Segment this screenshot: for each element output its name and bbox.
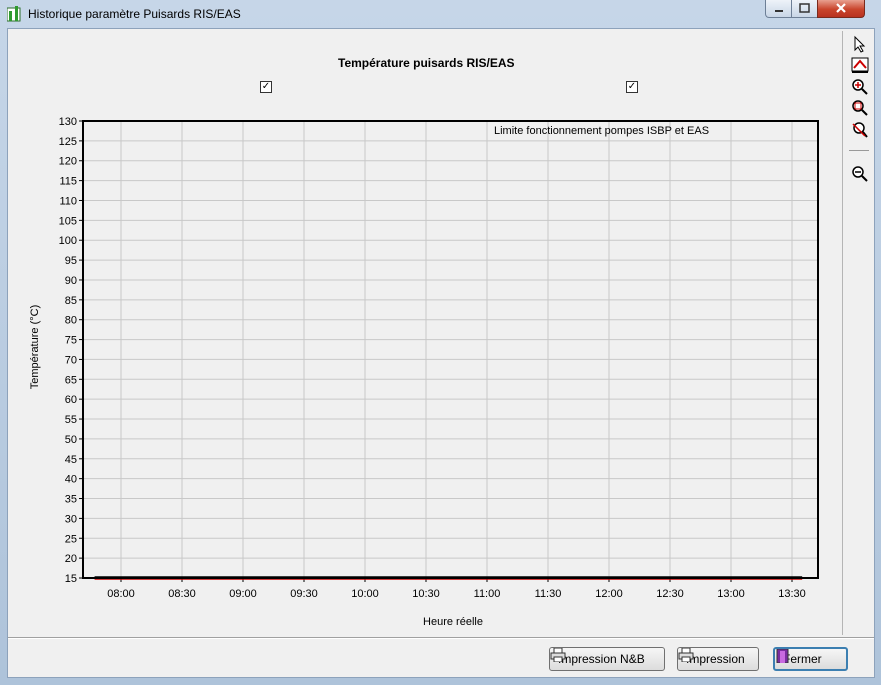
print-bw-label: Impression N&B — [558, 652, 645, 666]
window-title: Historique paramètre Puisards RIS/EAS — [28, 7, 241, 21]
y-tick-label: 70 — [65, 354, 77, 366]
printer-icon — [550, 648, 566, 662]
plot-frame — [82, 120, 819, 579]
y-tick-label: 20 — [65, 553, 77, 565]
printer-icon — [678, 648, 694, 662]
y-tick-label: 30 — [65, 513, 77, 525]
y-tick-label: 55 — [65, 414, 77, 426]
chart-area: 15 20 25 30 35 40 45 50 55 60 65 70 75 80 85 90 95 100 105… — [29, 116, 819, 628]
x-tick-label: 08:00 — [107, 588, 135, 600]
app-icon — [7, 6, 21, 22]
y-tick-label: 15 — [65, 573, 77, 585]
x-tick-label: 12:00 — [595, 588, 623, 600]
y-tick-label: 25 — [65, 533, 77, 545]
y-axis-label: Température (°C) — [29, 305, 41, 389]
x-tick-label: 08:30 — [168, 588, 196, 600]
y-axis-ticks: 15 20 25 30 35 40 45 50 55 60 65 70 75 80 85 90 95 100 105… — [59, 116, 83, 585]
cursor-icon[interactable] — [851, 35, 869, 53]
zoom-out-icon[interactable] — [851, 165, 869, 183]
y-tick-label: 35 — [65, 494, 77, 506]
y-tick-label: 120 — [59, 156, 77, 168]
x-tick-label: 10:30 — [412, 588, 440, 600]
client-area: Température puisards RIS/EAS ✓ ✓ 15 20 25 3… — [7, 28, 875, 678]
x-tick-label: 11:30 — [535, 588, 562, 600]
close-icon — [836, 3, 846, 13]
y-tick-label: 105 — [59, 215, 77, 227]
chart-grid — [83, 120, 818, 579]
minimize-icon — [775, 10, 783, 12]
x-tick-label: 09:00 — [229, 588, 257, 600]
y-tick-label: 60 — [65, 394, 77, 406]
x-tick-label: 10:00 — [351, 588, 379, 600]
x-axis-ticks: 08:00 08:30 09:00 09:30 10:00 10:30 11:00 11:30… — [107, 578, 806, 600]
y-tick-label: 110 — [59, 195, 77, 207]
y-tick-label: 75 — [65, 335, 77, 347]
print-button[interactable]: Impression — [677, 647, 759, 671]
y-tick-label: 40 — [65, 474, 77, 486]
print-label: Impression — [686, 652, 745, 666]
zoom-fit-icon[interactable] — [851, 56, 869, 74]
app-window: Historique paramètre Puisards RIS/EAS Te… — [0, 0, 881, 685]
zoom-reset-icon[interactable] — [851, 121, 869, 139]
maximize-icon — [799, 3, 810, 13]
limit-annotation: Limite fonctionnement pompes ISBP et EAS — [494, 125, 709, 137]
print-bw-button[interactable]: Impression N&B — [549, 647, 665, 671]
x-tick-label: 09:30 — [290, 588, 318, 600]
exit-door-icon — [776, 649, 789, 663]
close-window-button[interactable] — [817, 0, 865, 18]
footer-separator-highlight — [8, 638, 874, 639]
y-tick-label: 100 — [59, 235, 77, 247]
y-tick-label: 115 — [59, 176, 77, 188]
toolbar-separator — [849, 150, 869, 151]
y-tick-label: 90 — [65, 275, 77, 287]
x-tick-label: 13:30 — [778, 588, 806, 600]
title-bar[interactable]: Historique paramètre Puisards RIS/EAS — [0, 0, 881, 26]
x-tick-label: 11:00 — [474, 588, 501, 600]
y-tick-label: 85 — [65, 295, 77, 307]
y-tick-label: 125 — [59, 136, 77, 148]
zoom-box-icon[interactable] — [851, 99, 869, 117]
chart-toolbar — [842, 31, 873, 635]
zoom-in-icon[interactable] — [851, 78, 869, 96]
x-tick-label: 12:30 — [656, 588, 684, 600]
x-tick-label: 13:00 — [717, 588, 745, 600]
maximize-button[interactable] — [791, 0, 818, 18]
minimize-button[interactable] — [765, 0, 792, 18]
close-button[interactable]: Fermer — [773, 647, 848, 671]
y-tick-label: 80 — [65, 315, 77, 327]
x-axis-label: Heure réelle — [423, 616, 483, 628]
y-tick-label: 45 — [65, 454, 77, 466]
y-tick-label: 50 — [65, 434, 77, 446]
y-tick-label: 65 — [65, 374, 77, 386]
y-tick-label: 95 — [65, 255, 77, 267]
y-tick-label: 130 — [59, 116, 77, 128]
